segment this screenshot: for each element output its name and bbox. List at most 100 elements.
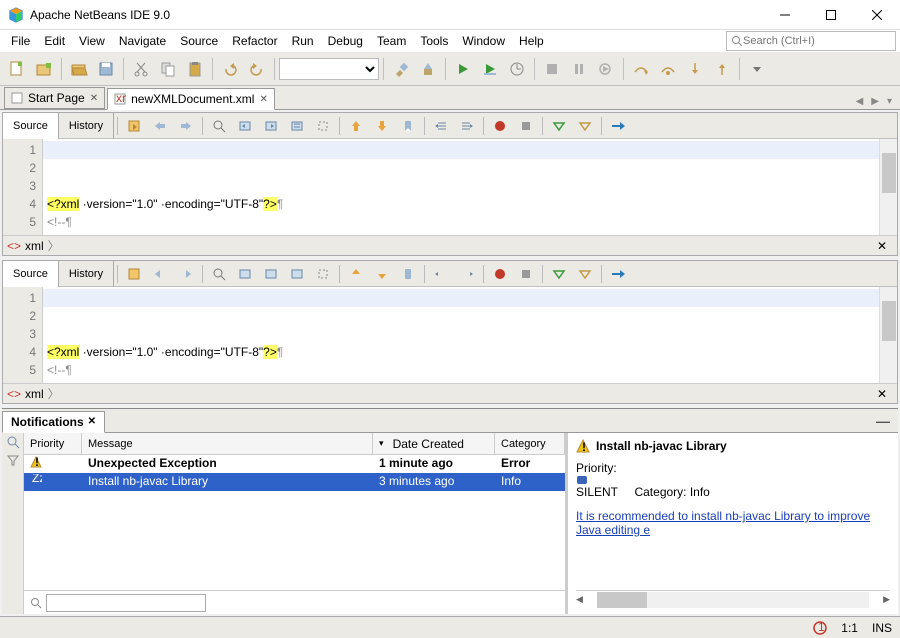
last-edit-button[interactable]: [122, 116, 146, 136]
next-bookmark-button[interactable]: [370, 116, 394, 136]
menu-view[interactable]: View: [72, 32, 112, 50]
redo-button[interactable]: [244, 56, 270, 82]
config-combo[interactable]: [279, 58, 379, 80]
col-date[interactable]: ▾ Date Created: [373, 433, 495, 454]
comment-button[interactable]: [547, 116, 571, 136]
shift-left-button[interactable]: [429, 264, 453, 284]
tab-next-icon[interactable]: ▶: [867, 94, 883, 109]
step-into-button[interactable]: [682, 56, 708, 82]
new-project-button[interactable]: [31, 56, 57, 82]
close-button[interactable]: [854, 0, 900, 30]
shift-left-button[interactable]: [429, 116, 453, 136]
close-icon[interactable]: ✕: [90, 93, 98, 104]
col-priority[interactable]: Priority: [24, 433, 82, 454]
tab-list-icon[interactable]: ▾: [883, 94, 896, 109]
find-prev-button[interactable]: [233, 116, 257, 136]
table-row[interactable]: Zz Install nb-javac Library 3 minutes ag…: [24, 473, 565, 491]
forward-button[interactable]: [174, 264, 198, 284]
close-icon[interactable]: ✕: [88, 416, 96, 427]
menu-file[interactable]: File: [4, 32, 37, 50]
view-history[interactable]: History: [59, 113, 114, 139]
code-editor[interactable]: 12345 <?xml ·version="1.0" ·encoding="UT…: [3, 287, 897, 383]
find-selection-button[interactable]: [207, 116, 231, 136]
copy-button[interactable]: [155, 56, 181, 82]
menu-edit[interactable]: Edit: [37, 32, 72, 50]
step-expr-button[interactable]: [655, 56, 681, 82]
table-row[interactable]: ! Unexpected Exception 1 minute ago Erro…: [24, 455, 565, 473]
split-close-button[interactable]: ✕: [871, 239, 893, 253]
code-editor[interactable]: 12345 <?xml ·version="1.0" ·encoding="UT…: [3, 139, 897, 235]
toggle-highlight-button[interactable]: [285, 264, 309, 284]
macro-stop-button[interactable]: [514, 264, 538, 284]
shift-right-button[interactable]: [455, 116, 479, 136]
open-button[interactable]: [66, 56, 92, 82]
new-file-button[interactable]: [4, 56, 30, 82]
step-over-button[interactable]: [628, 56, 654, 82]
filter-input[interactable]: [46, 594, 206, 612]
macro-stop-button[interactable]: [514, 116, 538, 136]
tab-prev-icon[interactable]: ◀: [852, 94, 868, 109]
search-icon[interactable]: [6, 435, 20, 449]
tab-start-page[interactable]: Start Page ✕: [4, 87, 105, 109]
global-search[interactable]: [726, 31, 896, 51]
debug-button[interactable]: [477, 56, 503, 82]
shift-right-button[interactable]: [455, 264, 479, 284]
menu-run[interactable]: Run: [285, 32, 321, 50]
view-source[interactable]: Source: [3, 261, 59, 287]
toggle-highlight-button[interactable]: [285, 116, 309, 136]
menu-help[interactable]: Help: [512, 32, 551, 50]
paste-button[interactable]: [182, 56, 208, 82]
tab-xml-document[interactable]: xml newXMLDocument.xml ✕: [107, 88, 275, 110]
menu-tools[interactable]: Tools: [413, 32, 455, 50]
next-bookmark-button[interactable]: [370, 264, 394, 284]
menu-navigate[interactable]: Navigate: [112, 32, 173, 50]
minimize-button[interactable]: [762, 0, 808, 30]
goto-button[interactable]: [606, 116, 630, 136]
prev-bookmark-button[interactable]: [344, 264, 368, 284]
toolbar-overflow[interactable]: [744, 56, 770, 82]
filter-icon[interactable]: [6, 453, 20, 467]
find-next-button[interactable]: [259, 264, 283, 284]
find-selection-button[interactable]: [207, 264, 231, 284]
breadcrumb-item[interactable]: xml: [25, 239, 44, 253]
comment-button[interactable]: [547, 264, 571, 284]
macro-record-button[interactable]: [488, 264, 512, 284]
cut-button[interactable]: [128, 56, 154, 82]
split-close-button[interactable]: ✕: [871, 387, 893, 401]
back-button[interactable]: [148, 264, 172, 284]
menu-source[interactable]: Source: [173, 32, 225, 50]
clean-build-button[interactable]: [415, 56, 441, 82]
menu-debug[interactable]: Debug: [321, 32, 370, 50]
uncomment-button[interactable]: [573, 116, 597, 136]
toggle-rect-button[interactable]: [311, 264, 335, 284]
minimize-panel-button[interactable]: —: [868, 413, 898, 429]
col-category[interactable]: Category: [495, 433, 565, 454]
col-message[interactable]: Message: [82, 433, 373, 454]
last-edit-button[interactable]: [122, 264, 146, 284]
menu-window[interactable]: Window: [455, 32, 512, 50]
close-icon[interactable]: ✕: [259, 94, 267, 105]
toggle-rect-button[interactable]: [311, 116, 335, 136]
run-button[interactable]: [450, 56, 476, 82]
profile-button[interactable]: [504, 56, 530, 82]
uncomment-button[interactable]: [573, 264, 597, 284]
undo-button[interactable]: [217, 56, 243, 82]
back-button[interactable]: [148, 116, 172, 136]
horizontal-scrollbar[interactable]: ◀▶: [576, 590, 890, 608]
macro-record-button[interactable]: [488, 116, 512, 136]
code-content[interactable]: <?xml ·version="1.0" ·encoding="UTF-8"?>…: [43, 287, 879, 383]
save-all-button[interactable]: [93, 56, 119, 82]
search-input[interactable]: [743, 35, 883, 47]
forward-button[interactable]: [174, 116, 198, 136]
tab-notifications[interactable]: Notifications ✕: [2, 411, 105, 433]
view-source[interactable]: Source: [3, 113, 59, 139]
menu-refactor[interactable]: Refactor: [225, 32, 284, 50]
maximize-button[interactable]: [808, 0, 854, 30]
detail-link[interactable]: It is recommended to install nb-javac Li…: [576, 509, 890, 537]
goto-button[interactable]: [606, 264, 630, 284]
toggle-bookmark-button[interactable]: [396, 116, 420, 136]
view-history[interactable]: History: [59, 261, 114, 287]
toggle-bookmark-button[interactable]: [396, 264, 420, 284]
find-next-button[interactable]: [259, 116, 283, 136]
prev-bookmark-button[interactable]: [344, 116, 368, 136]
